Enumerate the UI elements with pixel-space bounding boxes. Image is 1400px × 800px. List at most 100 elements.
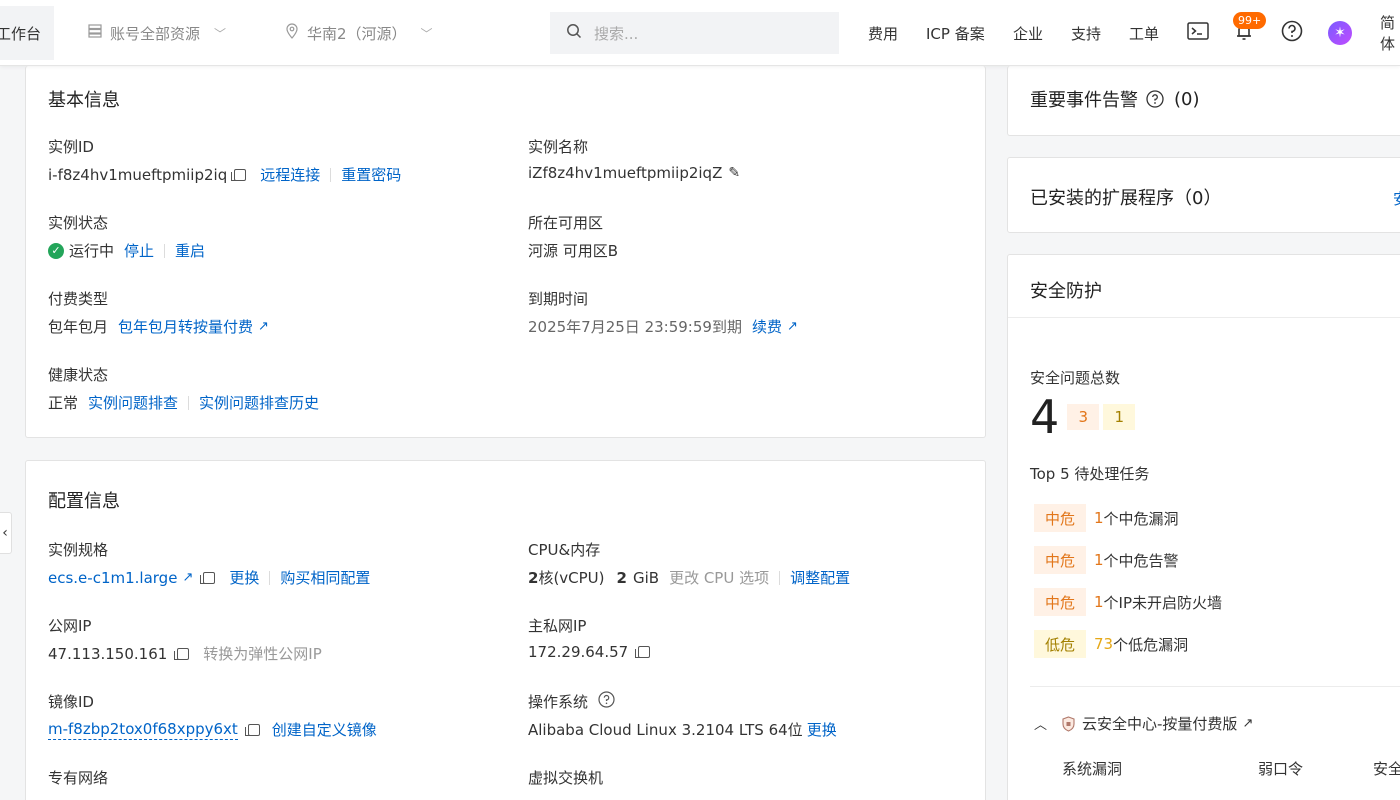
copy-icon[interactable]	[174, 647, 190, 660]
zone-value: 河源 可用区B	[528, 242, 619, 260]
nav-link-icp[interactable]: ICP 备案	[926, 0, 985, 66]
spec-row: ecs.e-c1m1.large ↗ 更换 购买相同配置	[48, 567, 370, 588]
copy-icon[interactable]	[231, 168, 247, 181]
status-value: 运行中	[69, 242, 115, 260]
public-ip-row: 47.113.150.161 转换为弹性公网IP	[48, 643, 322, 664]
nav-link-enterprise[interactable]: 企业	[1013, 0, 1043, 66]
account-resource-selector[interactable]: 账号全部资源 ﹀	[88, 0, 226, 66]
divider	[164, 243, 166, 258]
divider	[1030, 686, 1400, 687]
chevron-up-icon[interactable]: ︿	[1034, 714, 1047, 733]
workbench-button[interactable]: 工作台	[0, 6, 54, 60]
reset-password-link[interactable]: 重置密码	[341, 164, 401, 185]
risk-level-tag: 中危	[1034, 588, 1086, 616]
adjust-config-link[interactable]: 调整配置	[790, 567, 850, 588]
risk-level-tag: 中危	[1034, 504, 1086, 532]
external-link-icon[interactable]: ↗	[182, 570, 193, 585]
chevron-left-icon: ‹	[2, 525, 8, 541]
create-custom-image-link[interactable]: 创建自定义镜像	[272, 719, 377, 740]
nav-link-label: 工单	[1129, 24, 1160, 43]
billing-switch-link[interactable]: 包年包月转按量付费	[118, 316, 253, 337]
security-card: 安全防护 安全问题总数 4 3 1 Top 5 待处理任务 中危 1 个中危漏洞…	[1007, 254, 1400, 800]
task-row[interactable]: 低危 73 个低危漏洞	[1034, 630, 1188, 658]
buy-same-link[interactable]: 购买相同配置	[280, 567, 370, 588]
region-selector[interactable]: 华南2（河源） ﹀	[285, 0, 433, 66]
workbench-label: 工作台	[0, 24, 42, 43]
instance-name-value: iZf8z4hv1mueftpmiip2iqZ	[528, 164, 723, 182]
nav-link-support[interactable]: 支持	[1071, 0, 1101, 66]
external-link-icon[interactable]: ↗	[787, 319, 798, 334]
image-id-label: 镜像ID	[48, 693, 94, 711]
col-header-security: 安全	[1373, 760, 1400, 778]
instance-id-label: 实例ID	[48, 138, 94, 156]
col-header-weak-password: 弱口令	[1258, 760, 1304, 778]
instance-name-label: 实例名称	[528, 138, 589, 156]
health-row: 正常 实例问题排查 实例问题排查历史	[48, 392, 319, 413]
stop-link[interactable]: 停止	[124, 240, 154, 261]
cloud-shell-button[interactable]	[1186, 0, 1210, 66]
task-row[interactable]: 中危 1 个IP未开启防火墙	[1034, 588, 1222, 616]
diagnose-history-link[interactable]: 实例问题排查历史	[199, 392, 319, 413]
instance-id-value: i-f8z4hv1mueftpmiip2iq	[48, 165, 228, 184]
external-link-icon[interactable]: ↗	[1242, 716, 1253, 731]
image-id-link[interactable]: m-f8zbp2tox0f68xppy6xt	[48, 720, 238, 740]
event-alerts-row: 重要事件告警 (0)	[1030, 86, 1200, 112]
diagnose-link[interactable]: 实例问题排查	[88, 392, 178, 413]
convert-eip-disabled: 转换为弹性公网IP	[203, 645, 322, 663]
security-title: 安全防护	[1030, 281, 1102, 302]
divider	[269, 570, 271, 585]
copy-icon[interactable]	[244, 723, 260, 736]
health-label: 健康状态	[48, 366, 109, 384]
spec-label: 实例规格	[48, 541, 109, 559]
search-placeholder: 搜索...	[594, 24, 639, 43]
private-ip-value: 172.29.64.57	[528, 643, 629, 661]
task-count: 1	[1094, 593, 1104, 611]
change-spec-link[interactable]: 更换	[229, 567, 259, 588]
task-row[interactable]: 中危 1 个中危告警	[1034, 546, 1179, 574]
language-switch[interactable]: 简体	[1380, 0, 1400, 66]
risk-level-tag: 低危	[1034, 630, 1086, 658]
cloud-security-row[interactable]: ︿ 云安全中心-按量付费版 ↗	[1034, 713, 1253, 734]
nav-link-ticket[interactable]: 工单	[1129, 0, 1159, 66]
os-label: 操作系统	[528, 693, 589, 711]
install-extension-link[interactable]: 安	[1393, 188, 1400, 209]
task-text: 个低危漏洞	[1113, 635, 1189, 654]
extensions-title: 已安装的扩展程序（0）	[1030, 188, 1222, 209]
external-link-icon[interactable]: ↗	[258, 319, 269, 334]
spec-link[interactable]: ecs.e-c1m1.large	[48, 569, 177, 587]
renew-link[interactable]: 续费	[752, 316, 782, 337]
copy-icon[interactable]	[635, 646, 651, 658]
global-search-input[interactable]: 搜索...	[550, 12, 839, 54]
task-row[interactable]: 中危 1 个中危漏洞	[1034, 504, 1179, 532]
low-risk-count: 1	[1103, 404, 1136, 430]
event-alerts-count: (0)	[1174, 88, 1200, 110]
help-icon[interactable]	[1146, 90, 1164, 108]
restart-link[interactable]: 重启	[175, 240, 205, 261]
help-button[interactable]	[1280, 0, 1304, 66]
task-count: 1	[1094, 551, 1104, 569]
change-os-link[interactable]: 更换	[807, 719, 837, 740]
expire-row: 2025年7月25日 23:59:59到期 续费 ↗	[528, 316, 798, 337]
os-label-row: 操作系统	[528, 691, 615, 712]
top5-label: Top 5 待处理任务	[1030, 465, 1150, 483]
help-icon[interactable]	[598, 691, 615, 712]
billing-row: 包年包月 包年包月转按量付费 ↗	[48, 316, 269, 337]
terminal-icon	[1187, 22, 1209, 44]
nav-link-billing[interactable]: 费用	[868, 0, 898, 66]
instance-id-row: i-f8z4hv1mueftpmiip2iq 远程连接 重置密码	[48, 164, 401, 185]
assistant-button[interactable]: ✶	[1328, 0, 1352, 66]
sidebar-collapse-handle[interactable]: ‹	[0, 512, 12, 554]
notification-button[interactable]	[1232, 0, 1256, 66]
chevron-down-icon: ﹀	[214, 26, 227, 41]
event-alerts-card: 重要事件告警 (0)	[1007, 66, 1400, 136]
chevron-down-icon: ﹀	[420, 26, 433, 41]
instance-name-row: iZf8z4hv1mueftpmiip2iqZ ✎	[528, 164, 740, 182]
private-ip-label: 主私网IP	[528, 617, 587, 635]
copy-icon[interactable]	[200, 571, 216, 584]
status-row: ✓ 运行中 停止 重启	[48, 240, 205, 261]
task-text: 个中危漏洞	[1103, 509, 1179, 528]
billing-value: 包年包月	[48, 318, 109, 336]
public-ip-label: 公网IP	[48, 617, 92, 635]
remote-connect-link[interactable]: 远程连接	[260, 164, 320, 185]
edit-pencil-icon[interactable]: ✎	[728, 165, 740, 181]
